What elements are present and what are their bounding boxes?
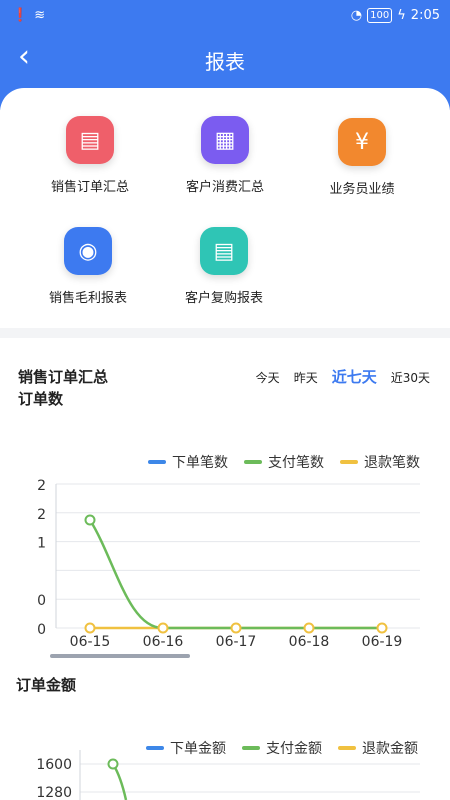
y-tick-label: 0: [37, 593, 46, 609]
summary-card: 销售订单汇总 订单数 今天 昨天 近七天 近30天 下单笔数 支付笔数 退款笔数…: [0, 338, 450, 800]
data-point-refunds: [84, 622, 96, 634]
speed-icon: ◔: [350, 8, 363, 23]
menu-label: 客户消费汇总: [185, 180, 264, 195]
status-bar: ❗ ≋ ◔ 100 ϟ 2:05: [0, 0, 450, 34]
y-tick-label: 2: [37, 478, 46, 494]
clipboard-icon: ▦: [201, 116, 249, 164]
y-tick-label: 1: [37, 536, 46, 552]
orders-chart-title: 订单数: [18, 390, 64, 408]
data-point-paid-amount: [107, 758, 119, 770]
menu-label: 客户复购报表: [184, 291, 263, 306]
menu-label: 业务员业绩: [329, 182, 395, 197]
x-tick-label: 06-16: [143, 634, 184, 650]
y-tick-label: 0: [37, 622, 46, 638]
menu-label: 销售毛利报表: [48, 291, 127, 306]
menu-item-salesman-performance[interactable]: ¥ 业务员业绩: [302, 118, 422, 197]
series-line-paid: [88, 519, 382, 630]
yen-icon: ¥: [338, 118, 386, 166]
orders-chart: 2 2 1 0 0 06-15 06-16 06-17 06-18 06-19: [37, 478, 420, 650]
y-tick-label: 1280: [36, 785, 72, 800]
chart-icon: ▤: [66, 116, 114, 164]
x-tick-label: 06-17: [216, 634, 257, 650]
x-tick-label: 06-18: [289, 634, 330, 650]
coins-icon: ◉: [64, 227, 112, 275]
legend-swatch: [148, 460, 166, 464]
range-tab-today[interactable]: 今天: [256, 369, 280, 386]
orders-chart-legend: 下单笔数 支付笔数 退款笔数: [148, 452, 420, 472]
battery-level: 100: [367, 8, 393, 23]
legend-swatch: [244, 460, 262, 464]
report-menu: ▤ 销售订单汇总 ▦ 客户消费汇总 ¥ 业务员业绩 ◉ 销售毛利报表 ▤ 客户复…: [0, 88, 450, 328]
menu-item-repurchase[interactable]: ▤ 客户复购报表: [164, 227, 284, 306]
summary-title: 销售订单汇总: [18, 368, 109, 386]
data-point-paid: [84, 514, 96, 526]
status-time: 2:05: [410, 8, 440, 23]
menu-label: 销售订单汇总: [50, 180, 129, 195]
data-point-refunds: [376, 622, 388, 634]
range-tabs: 今天 昨天 近七天 近30天: [256, 366, 430, 387]
legend-item[interactable]: 下单笔数: [148, 452, 228, 472]
x-tick-label: 06-15: [70, 634, 111, 650]
y-tick-label: 2: [37, 507, 46, 523]
menu-item-sales-order[interactable]: ▤ 销售订单汇总: [30, 116, 150, 195]
legend-label: 下单笔数: [172, 455, 228, 471]
data-point-refunds: [157, 622, 169, 634]
range-tab-yesterday[interactable]: 昨天: [294, 369, 318, 386]
legend-item[interactable]: 支付笔数: [244, 452, 324, 472]
legend-swatch: [340, 460, 358, 464]
charging-icon: ϟ: [397, 8, 406, 23]
notification-icon: ❗: [12, 8, 29, 23]
menu-item-gross-profit[interactable]: ◉ 销售毛利报表: [28, 227, 148, 306]
legend-label: 支付笔数: [268, 455, 324, 471]
amount-chart-title: 订单金额: [16, 676, 77, 694]
amount-chart: 1600 1280: [36, 750, 420, 800]
data-point-refunds: [230, 622, 242, 634]
range-tab-7days[interactable]: 近七天: [332, 366, 377, 387]
wifi-icon: ≋: [34, 8, 46, 23]
series-line-paid-amount: [111, 763, 128, 800]
data-point-refunds: [303, 622, 315, 634]
chart-icon: ▤: [200, 227, 248, 275]
range-tab-30days[interactable]: 近30天: [391, 369, 430, 386]
chart-scrollbar[interactable]: [50, 654, 190, 658]
legend-item[interactable]: 退款笔数: [340, 452, 420, 472]
page-title: 报表: [205, 50, 245, 74]
legend-label: 退款笔数: [364, 455, 420, 471]
x-tick-label: 06-19: [362, 634, 403, 650]
menu-item-customer-spending[interactable]: ▦ 客户消费汇总: [165, 116, 285, 195]
y-tick-label: 1600: [36, 757, 72, 773]
